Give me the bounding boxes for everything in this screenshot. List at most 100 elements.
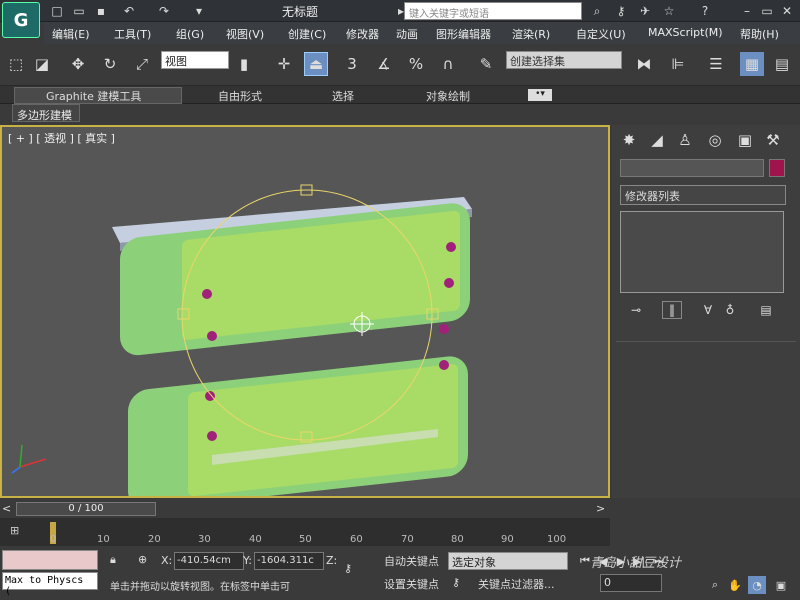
utilities-tab-icon[interactable]: ⚒ [760,127,786,153]
undo-icon[interactable]: ↶ [120,2,138,20]
ribbon-options-icon[interactable]: •▾ [528,89,552,101]
search-input[interactable]: 键入关键字或短语 [404,2,582,20]
select-scale-icon[interactable]: ⤢ [130,52,154,76]
spinner-snap-icon[interactable]: ∩ [436,52,460,76]
close-icon[interactable]: ✕ [778,2,796,20]
layer-manager-icon[interactable]: ☰ [704,52,728,76]
new-file-icon[interactable]: □ [48,2,66,20]
set-key-icon[interactable]: ⚷ [452,576,460,589]
configure-sets-icon[interactable]: ▤ [756,301,776,319]
menu-rendering[interactable]: 渲染(R) [512,26,550,42]
prev-frame-icon[interactable]: < [2,502,11,515]
align-icon[interactable]: ⊫ [666,52,690,76]
menu-edit[interactable]: 编辑(E) [52,26,90,42]
motion-tab-icon[interactable]: ◎ [702,127,728,153]
show-end-result-icon[interactable]: ‖ [662,301,682,319]
hierarchy-tab-icon[interactable]: ♙ [672,127,698,153]
menu-tools[interactable]: 工具(T) [114,26,151,42]
percent-snap-icon[interactable]: % [404,52,428,76]
display-tab-icon[interactable]: ▣ [732,127,758,153]
open-file-icon[interactable]: ▭ [70,2,88,20]
pin-stack-icon[interactable]: ⊸ [626,301,646,319]
menu-animation[interactable]: 动画 [396,26,418,42]
menu-help[interactable]: 帮助(H) [740,26,779,42]
window-crossing-icon[interactable]: ◪ [30,52,54,76]
mirror-icon[interactable]: ⧓ [632,52,656,76]
edit-named-selection-icon[interactable]: ✎ [474,52,498,76]
maximize-icon[interactable]: ▭ [758,2,776,20]
select-rotate-icon[interactable]: ↻ [98,52,122,76]
select-move-icon[interactable]: ✥ [66,52,90,76]
select-region-icon[interactable]: ⬚ [4,52,28,76]
snaps-toggle-icon[interactable]: 3 [340,52,364,76]
watermark: 青岛小甜豆设计 [590,556,682,571]
key-icon: ⚷ [344,562,353,575]
favorites-icon[interactable]: ☆ [660,2,678,20]
tick-label: 70 [401,534,414,545]
orbit-icon[interactable]: ◔ [748,576,766,594]
object-color-swatch[interactable] [769,159,785,177]
pan-icon[interactable]: ✋ [726,576,744,594]
remove-modifier-icon[interactable]: ♁ [720,301,740,319]
key-selection-select[interactable]: 选定对象 [448,552,568,570]
create-tab-icon[interactable]: ✸ [616,127,642,153]
x-coordinate-input[interactable]: -410.54cm [174,552,244,570]
next-frame-icon[interactable]: > [596,502,605,515]
modify-tab-icon[interactable]: ◢ [644,127,670,153]
make-unique-icon[interactable]: ∀ [698,301,718,319]
quick-access-dropdown-icon[interactable]: ▾ [190,2,208,20]
modifier-list-select[interactable]: 修改器列表 [620,185,786,205]
keyboard-shortcut-override-icon[interactable]: ⏏ [304,52,328,76]
command-panel: ✸ ◢ ♙ ◎ ▣ ⚒ 修改器列表 ⊸ ‖ ∀ ♁ ▤ [612,125,800,498]
tick-label: 20 [148,534,161,545]
x-label: X: [161,554,173,567]
tab-object-paint[interactable]: 对象绘制 [426,88,470,104]
key-icon[interactable]: ⚷ [612,2,630,20]
tab-graphite[interactable]: Graphite 建模工具 [46,88,141,104]
menu-customize[interactable]: 自定义(U) [576,26,626,42]
perspective-viewport[interactable]: [ + ] [ 透视 ] [ 真实 ] [0,125,610,498]
tab-selection[interactable]: 选择 [332,88,354,104]
polygon-modeling-panel[interactable]: 多边形建模 [12,104,80,122]
object-name-field[interactable] [620,159,764,177]
menu-modifiers[interactable]: 修改器 [346,26,379,42]
maximize-viewport-icon[interactable]: ▣ [772,576,790,594]
lock-selection-icon[interactable]: 🔒︎ [110,553,116,567]
menu-view[interactable]: 视图(V) [226,26,264,42]
tab-freeform[interactable]: 自由形式 [218,88,262,104]
maxscript-input[interactable]: Max to Physcs ( [2,572,98,597]
zoom-icon[interactable]: ⌕ [706,576,724,594]
save-icon[interactable]: ▪ [92,2,110,20]
select-manipulate-icon[interactable]: ✛ [272,52,296,76]
menu-create[interactable]: 创建(C) [288,26,326,42]
tick-label: 100 [547,534,567,545]
reference-coordinate-select[interactable]: 视图 [161,51,229,69]
parameters-rollout [616,341,796,495]
named-selection-set-select[interactable]: 创建选择集 [506,51,622,69]
graphite-toggle-icon[interactable]: ▦ [740,52,764,76]
tick-label: 90 [501,534,514,545]
current-frame-input[interactable]: 0 [600,574,662,592]
mini-curve-editor-icon[interactable]: ⊞ [10,524,19,537]
help-icon[interactable]: ? [696,2,714,20]
tick-label: 40 [249,534,262,545]
y-coordinate-input[interactable]: -1604.311c [254,552,324,570]
auto-key-button[interactable]: 自动关键点 [384,553,439,569]
transform-mode-icon[interactable]: ⊕ [138,553,147,566]
redo-icon[interactable]: ↷ [155,2,173,20]
time-slider[interactable]: 0 / 100 [16,502,156,516]
angle-snap-icon[interactable]: ∡ [372,52,396,76]
pivot-center-icon[interactable]: ▮ [232,52,256,76]
binoculars-icon[interactable]: ⌕ [588,2,606,20]
menu-group[interactable]: 组(G) [176,26,204,42]
curve-editor-icon[interactable]: ▤ [770,52,794,76]
minimize-icon[interactable]: – [738,2,756,20]
modifier-stack[interactable] [620,211,784,293]
key-filters-button[interactable]: 关键点过滤器... [478,576,555,592]
subscription-icon[interactable]: ✈ [636,2,654,20]
set-key-button[interactable]: 设置关键点 [384,576,439,592]
maxscript-listener-mini[interactable] [2,550,98,570]
menu-graph-editors[interactable]: 图形编辑器 [436,26,491,42]
app-logo-icon[interactable]: G [2,2,40,38]
menu-maxscript[interactable]: MAXScript(M) [648,26,723,39]
